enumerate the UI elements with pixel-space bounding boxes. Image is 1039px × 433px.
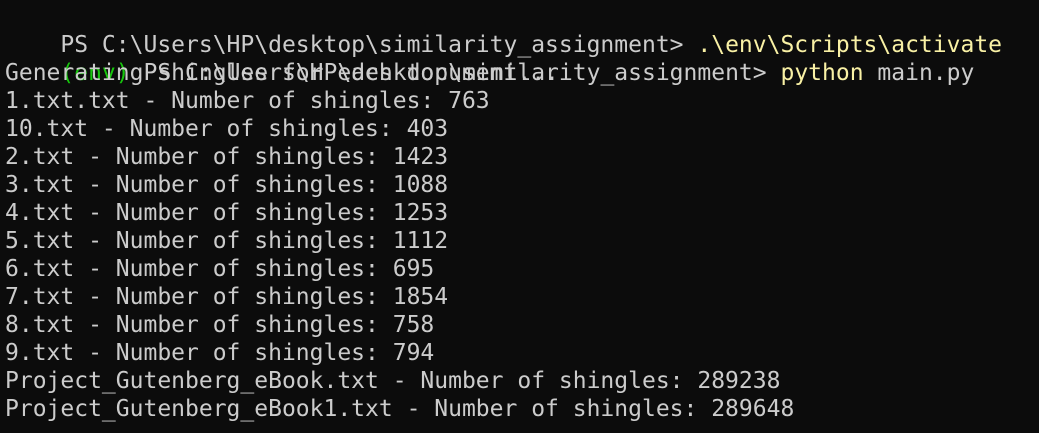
- output-line: 9.txt - Number of shingles: 794: [5, 340, 435, 366]
- output-line: 8.txt - Number of shingles: 758: [5, 312, 435, 338]
- command-text: .\env\Scripts\activate: [697, 32, 1003, 58]
- command-args: main.py: [863, 60, 975, 86]
- output-line: 3.txt - Number of shingles: 1088: [5, 172, 449, 198]
- terminal-window[interactable]: PS C:\Users\HP\desktop\similarity_assign…: [0, 0, 1039, 433]
- output-line: Project_Gutenberg_eBook.txt - Number of …: [5, 368, 781, 394]
- output-line: 4.txt - Number of shingles: 1253: [5, 200, 449, 226]
- output-line: 2.txt - Number of shingles: 1423: [5, 144, 449, 170]
- output-line: Project_Gutenberg_eBook1.txt - Number of…: [5, 396, 795, 422]
- output-line: 1.txt.txt - Number of shingles: 763: [5, 88, 490, 114]
- output-line: 6.txt - Number of shingles: 695: [5, 256, 435, 282]
- command-text: python: [780, 60, 864, 86]
- output-line: 10.txt - Number of shingles: 403: [5, 116, 449, 142]
- output-line: 7.txt - Number of shingles: 1854: [5, 284, 449, 310]
- output-line: 5.txt - Number of shingles: 1112: [5, 228, 449, 254]
- command-line-activate: PS C:\Users\HP\desktop\similarity_assign…: [5, 3, 1039, 58]
- prompt-text: PS C:\Users\HP\desktop\similarity_assign…: [60, 32, 698, 58]
